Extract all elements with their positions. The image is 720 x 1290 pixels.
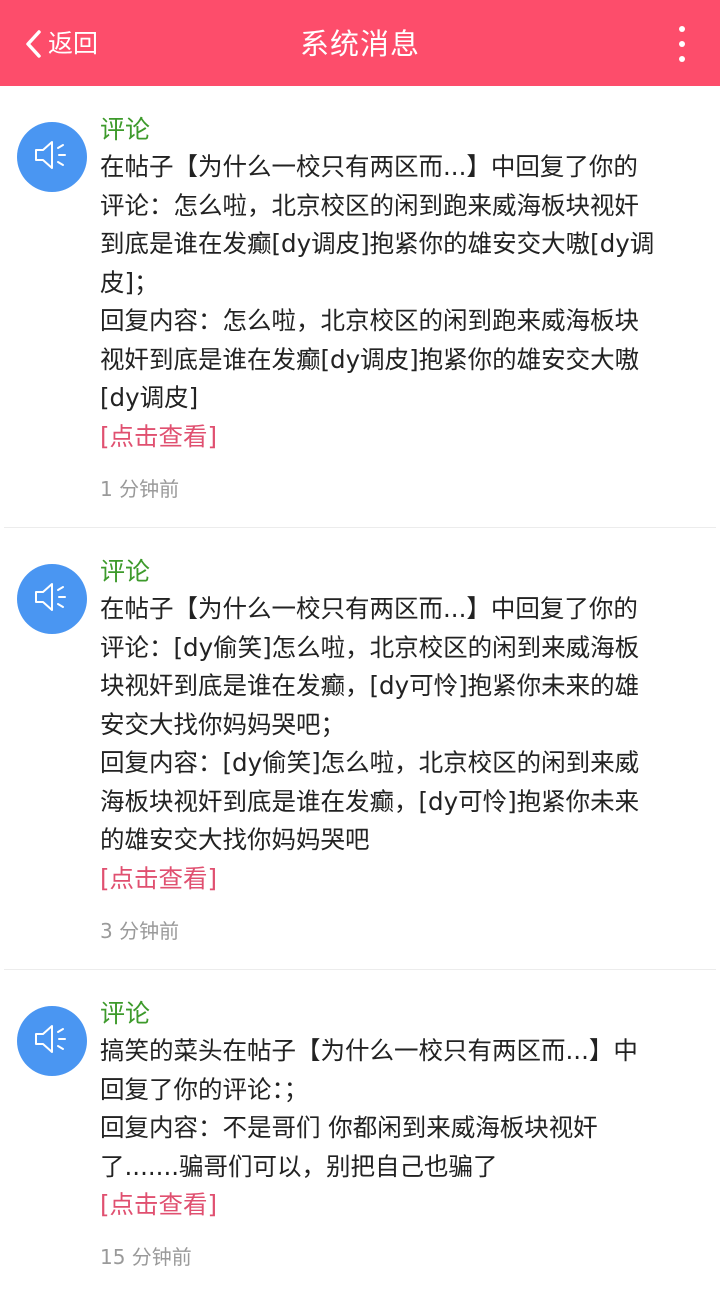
view-link[interactable]: [点击查看] bbox=[100, 1186, 217, 1224]
more-menu-button[interactable] bbox=[672, 26, 692, 64]
message-type: 评论 bbox=[100, 115, 151, 144]
message-text-line: 搞笑的菜头在帖子【为什么一校只有两区而...】中 bbox=[100, 1036, 638, 1065]
page-title: 系统消息 bbox=[299, 27, 420, 61]
message-type: 评论 bbox=[100, 999, 151, 1028]
message-text-line: 块视奸到底是谁在发癫，[dy可怜]抱紧你未来的雄 bbox=[100, 671, 640, 700]
message-text-line: 到底是谁在发癫[dy调皮]抱紧你的雄安交大嗷[dy调 bbox=[100, 229, 655, 258]
message-time: 15 分钟前 bbox=[100, 1245, 192, 1269]
more-vertical-icon bbox=[679, 26, 685, 32]
message-content: 评论 在帖子【为什么一校只有两区而...】中回复了你的 评论：怎么啦，北京校区的… bbox=[100, 112, 700, 504]
view-link[interactable]: [点击查看] bbox=[100, 418, 217, 456]
message-text-line: 回复内容：[dy偷笑]怎么啦，北京校区的闲到来威 bbox=[100, 748, 640, 777]
speaker-icon bbox=[33, 580, 71, 618]
message-text-line: [dy调皮] bbox=[100, 383, 199, 412]
message-item[interactable]: 评论 在帖子【为什么一校只有两区而...】中回复了你的 评论：[dy偷笑]怎么啦… bbox=[4, 528, 716, 970]
message-item[interactable]: 评论 在帖子【为什么一校只有两区而...】中回复了你的 评论：怎么啦，北京校区的… bbox=[4, 86, 716, 528]
message-time: 3 分钟前 bbox=[100, 918, 180, 943]
message-text-line: 皮]； bbox=[100, 267, 159, 297]
message-content: 评论 搞笑的菜头在帖子【为什么一校只有两区而...】中 回复了你的评论：； 回复… bbox=[100, 996, 700, 1272]
message-time: 1 分钟前 bbox=[100, 476, 180, 501]
message-list: 评论 在帖子【为什么一校只有两区而...】中回复了你的 评论：怎么啦，北京校区的… bbox=[0, 86, 720, 1290]
message-text-line: 了.......骗哥们可以，别把自己也骗了 bbox=[100, 1151, 498, 1181]
speaker-icon bbox=[33, 138, 71, 176]
message-text-line: 回复了你的评论：； bbox=[100, 1074, 309, 1104]
message-avatar bbox=[17, 564, 87, 634]
message-text-line: 海板块视奸到底是谁在发癫，[dy可怜]抱紧你未来 bbox=[100, 786, 640, 816]
message-avatar bbox=[17, 1006, 87, 1076]
message-content: 评论 在帖子【为什么一校只有两区而...】中回复了你的 评论：[dy偷笑]怎么啦… bbox=[100, 554, 700, 946]
message-text-line: 视奸到底是谁在发癫[dy调皮]抱紧你的雄安交大嗷 bbox=[100, 344, 640, 374]
message-text-line: 在帖子【为什么一校只有两区而...】中回复了你的 bbox=[100, 594, 638, 623]
speaker-icon bbox=[33, 1022, 71, 1060]
message-text-line: 回复内容：怎么啦，北京校区的闲到跑来威海板块 bbox=[100, 306, 639, 335]
message-text-line: 回复内容：不是哥们 你都闲到来威海板块视奸 bbox=[100, 1113, 598, 1142]
message-avatar bbox=[17, 122, 87, 192]
message-item[interactable]: 评论 搞笑的菜头在帖子【为什么一校只有两区而...】中 回复了你的评论：； 回复… bbox=[4, 970, 716, 1290]
view-link[interactable]: [点击查看] bbox=[100, 860, 217, 898]
message-text-line: 评论：[dy偷笑]怎么啦，北京校区的闲到来威海板 bbox=[100, 632, 640, 662]
message-type: 评论 bbox=[100, 557, 151, 586]
top-bar: 返回 系统消息 bbox=[0, 0, 720, 86]
message-text-line: 在帖子【为什么一校只有两区而...】中回复了你的 bbox=[100, 152, 638, 181]
message-text-line: 评论：怎么啦，北京校区的闲到跑来威海板块视奸 bbox=[100, 190, 639, 220]
message-text-line: 安交大找你妈妈哭吧； bbox=[100, 709, 345, 739]
message-text-line: 的雄安交大找你妈妈哭吧 bbox=[100, 825, 370, 854]
